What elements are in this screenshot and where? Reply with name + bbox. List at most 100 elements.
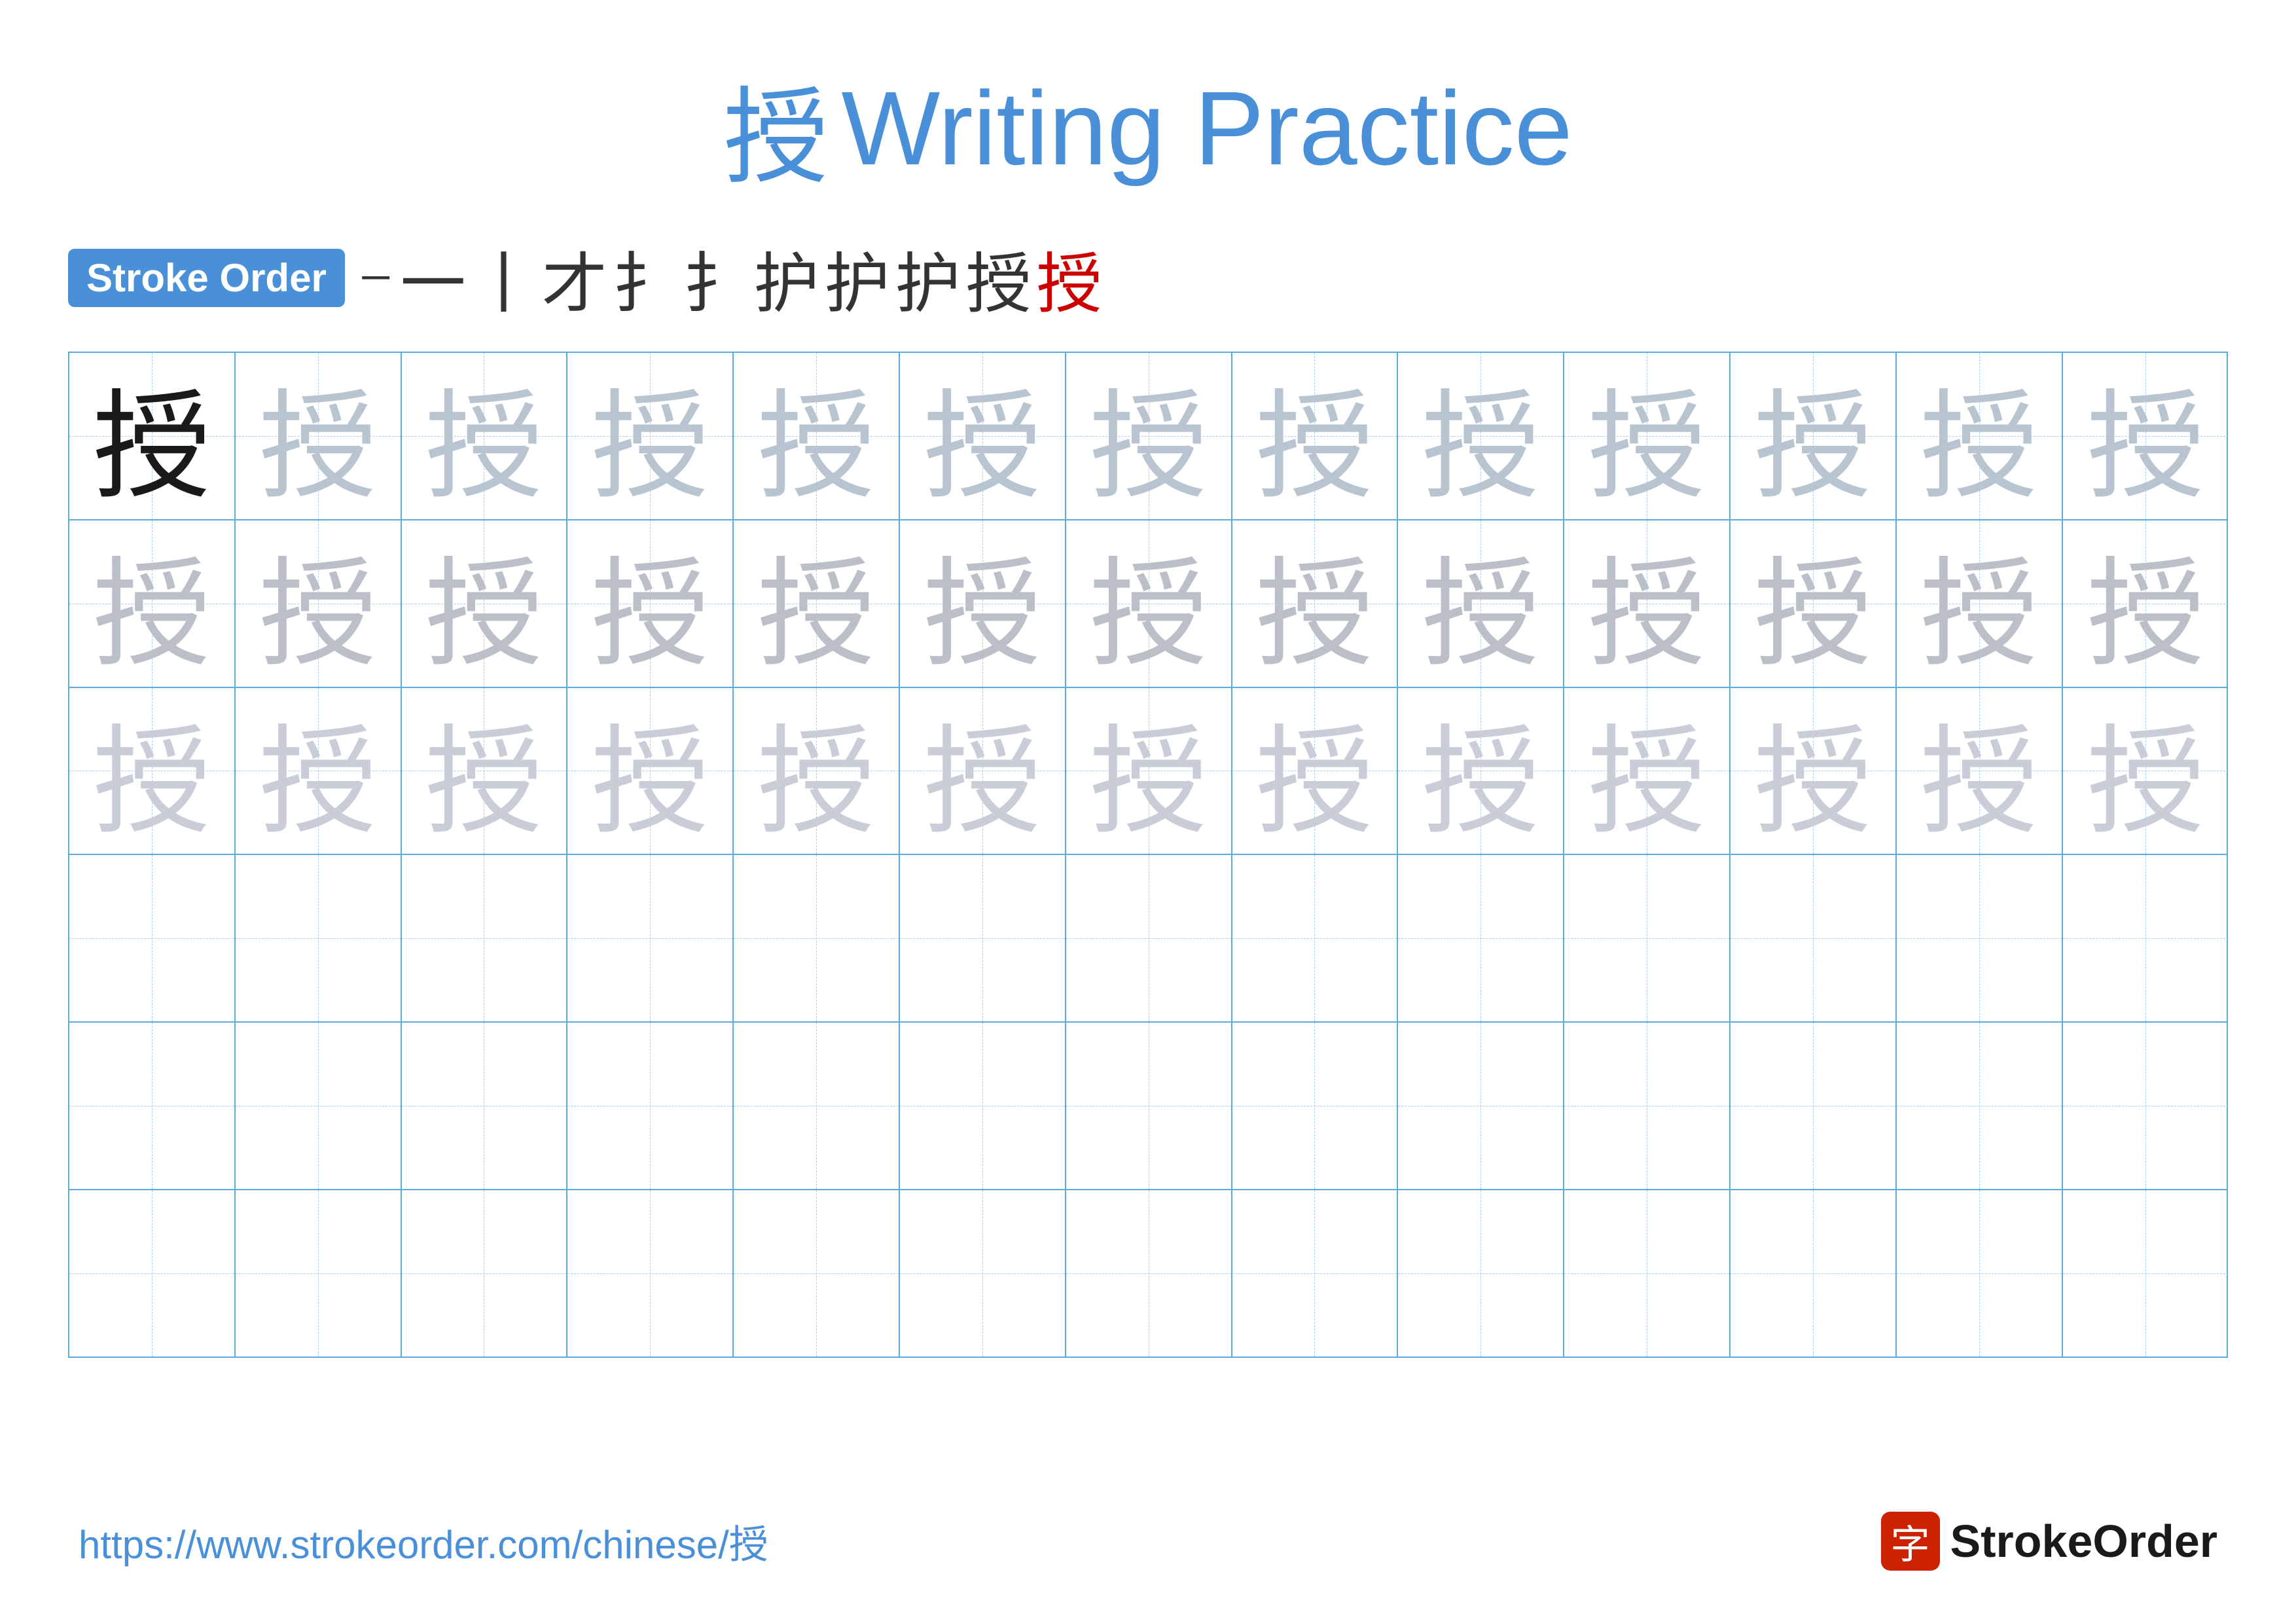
grid-cell-5-5 <box>900 1190 1066 1357</box>
stroke-10: 授 <box>1037 230 1102 325</box>
grid-cell-0-2: 授 <box>402 353 568 519</box>
grid-cell-3-12 <box>2063 855 2229 1021</box>
char-in-cell-0-3: 授 <box>591 350 709 521</box>
footer: https://www.strokeorder.com/chinese/授 字 … <box>0 1512 2296 1571</box>
grid-cell-0-0: 授 <box>69 353 236 519</box>
char-in-cell-2-9: 授 <box>1588 685 1706 856</box>
grid-cell-0-4: 授 <box>734 353 900 519</box>
grid-cell-2-3: 授 <box>567 688 734 854</box>
char-in-cell-2-3: 授 <box>591 685 709 856</box>
grid-row-0: 授授授授授授授授授授授授授 <box>69 353 2227 520</box>
grid-cell-4-2 <box>402 1023 568 1189</box>
grid-cell-1-12: 授 <box>2063 520 2229 687</box>
grid-cell-1-11: 授 <box>1897 520 2063 687</box>
title-english-text: Writing Practice <box>841 68 1572 189</box>
char-in-cell-1-6: 授 <box>1090 518 1208 689</box>
char-in-cell-0-4: 授 <box>757 350 875 521</box>
grid-cell-1-5: 授 <box>900 520 1066 687</box>
char-in-cell-2-1: 授 <box>259 685 377 856</box>
grid-row-2: 授授授授授授授授授授授授授 <box>69 688 2227 856</box>
char-in-cell-1-5: 授 <box>924 518 1041 689</box>
grid-cell-1-2: 授 <box>402 520 568 687</box>
grid-cell-4-6 <box>1066 1023 1232 1189</box>
grid-cell-4-1 <box>236 1023 402 1189</box>
grid-cell-4-4 <box>734 1023 900 1189</box>
grid-cell-3-10 <box>1731 855 1897 1021</box>
grid-cell-5-6 <box>1066 1190 1232 1357</box>
grid-cell-2-5: 授 <box>900 688 1066 854</box>
grid-cell-5-8 <box>1398 1190 1564 1357</box>
stroke-5: 扌 <box>683 230 749 325</box>
brand-icon-char: 字 <box>1891 1513 1930 1570</box>
grid-cell-4-7 <box>1232 1023 1399 1189</box>
stroke-sequence: − 一 丨 才 扌 扌 护 护 护 授 授 <box>357 230 1102 325</box>
grid-cell-5-1 <box>236 1190 402 1357</box>
char-in-cell-0-12: 授 <box>2087 350 2204 521</box>
grid-cell-5-11 <box>1897 1190 2063 1357</box>
page: 授 Writing Practice Stroke Order − 一 丨 才 … <box>0 0 2296 1623</box>
grid-cell-1-6: 授 <box>1066 520 1232 687</box>
grid-cell-2-1: 授 <box>236 688 402 854</box>
grid-cell-2-8: 授 <box>1398 688 1564 854</box>
grid-cell-2-10: 授 <box>1731 688 1897 854</box>
grid-cell-3-0 <box>69 855 236 1021</box>
char-in-cell-1-11: 授 <box>1920 518 2038 689</box>
char-in-cell-0-2: 授 <box>425 350 543 521</box>
grid-row-4 <box>69 1023 2227 1190</box>
char-in-cell-1-0: 授 <box>93 518 211 689</box>
brand-name: StrokeOrder <box>1950 1515 2217 1567</box>
char-in-cell-1-10: 授 <box>1754 518 1872 689</box>
stroke-9: 授 <box>966 230 1031 325</box>
char-in-cell-0-7: 授 <box>1255 350 1373 521</box>
grid-cell-4-12 <box>2063 1023 2229 1189</box>
grid-row-3 <box>69 855 2227 1023</box>
grid-cell-4-0 <box>69 1023 236 1189</box>
grid-cell-2-6: 授 <box>1066 688 1232 854</box>
grid-cell-5-12 <box>2063 1190 2229 1357</box>
char-in-cell-2-4: 授 <box>757 685 875 856</box>
char-in-cell-0-6: 授 <box>1090 350 1208 521</box>
grid-cell-3-7 <box>1232 855 1399 1021</box>
stroke-7: 护 <box>825 230 890 325</box>
grid-cell-1-3: 授 <box>567 520 734 687</box>
grid-cell-5-0 <box>69 1190 236 1357</box>
char-in-cell-0-9: 授 <box>1588 350 1706 521</box>
stroke-order-badge: Stroke Order <box>68 249 345 307</box>
grid-cell-2-2: 授 <box>402 688 568 854</box>
grid-cell-1-1: 授 <box>236 520 402 687</box>
char-in-cell-1-8: 授 <box>1422 518 1539 689</box>
grid-cell-2-4: 授 <box>734 688 900 854</box>
stroke-2: 丨 <box>471 230 537 325</box>
char-in-cell-2-6: 授 <box>1090 685 1208 856</box>
grid-cell-0-6: 授 <box>1066 353 1232 519</box>
grid-cell-3-4 <box>734 855 900 1021</box>
footer-brand: 字 StrokeOrder <box>1881 1512 2217 1571</box>
stroke-6: 护 <box>754 230 819 325</box>
char-in-cell-2-0: 授 <box>93 685 211 856</box>
char-in-cell-2-2: 授 <box>425 685 543 856</box>
grid-cell-0-10: 授 <box>1731 353 1897 519</box>
grid-cell-5-2 <box>402 1190 568 1357</box>
stroke-8: 护 <box>895 230 961 325</box>
grid-cell-1-9: 授 <box>1564 520 1731 687</box>
grid-cell-4-11 <box>1897 1023 2063 1189</box>
stroke-order-row: Stroke Order − 一 丨 才 扌 扌 护 护 护 授 授 <box>68 230 2228 325</box>
grid-cell-4-3 <box>567 1023 734 1189</box>
grid-cell-3-8 <box>1398 855 1564 1021</box>
char-in-cell-0-5: 授 <box>924 350 1041 521</box>
char-in-cell-1-12: 授 <box>2087 518 2204 689</box>
grid-cell-0-9: 授 <box>1564 353 1731 519</box>
grid-cell-2-0: 授 <box>69 688 236 854</box>
char-in-cell-1-7: 授 <box>1255 518 1373 689</box>
grid-cell-3-5 <box>900 855 1066 1021</box>
grid-cell-0-12: 授 <box>2063 353 2229 519</box>
grid-cell-0-7: 授 <box>1232 353 1399 519</box>
grid-cell-3-3 <box>567 855 734 1021</box>
grid-cell-3-9 <box>1564 855 1731 1021</box>
char-in-cell-1-1: 授 <box>259 518 377 689</box>
grid-cell-3-1 <box>236 855 402 1021</box>
grid-cell-5-3 <box>567 1190 734 1357</box>
grid-cell-5-4 <box>734 1190 900 1357</box>
grid-cell-5-7 <box>1232 1190 1399 1357</box>
char-in-cell-0-0: 授 <box>93 350 211 521</box>
